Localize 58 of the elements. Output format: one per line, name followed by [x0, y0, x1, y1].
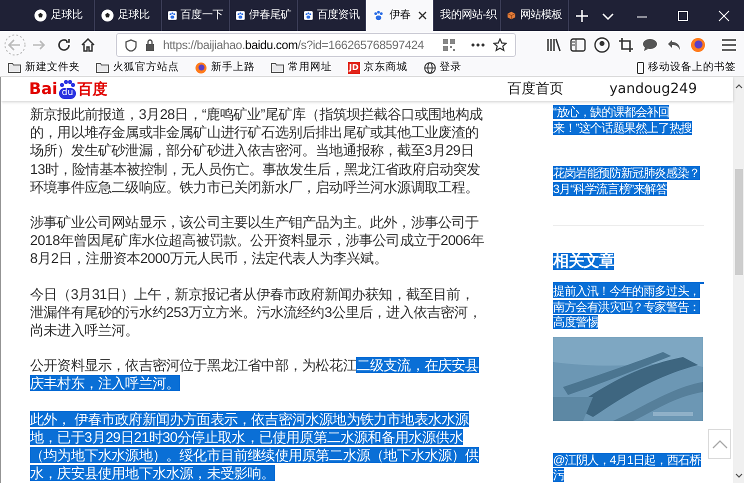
folder-icon: [8, 62, 21, 73]
account-icon[interactable]: [594, 37, 610, 53]
bookmark[interactable]: 火狐官方站点: [96, 60, 179, 76]
scrollbar[interactable]: [733, 77, 744, 483]
reload-icon[interactable]: [56, 37, 72, 53]
crop-icon[interactable]: [618, 37, 634, 53]
qr-code-icon[interactable]: [443, 39, 455, 51]
close-tab-icon[interactable]: [418, 11, 428, 20]
new-tab-icon[interactable]: [575, 8, 590, 22]
url-text: https://baijiahao.baidu.com/s?id=166265768597424: [163, 37, 425, 54]
more-icon[interactable]: [471, 43, 485, 47]
nav-link[interactable]: yandoug249: [609, 78, 697, 100]
bookmark[interactable]: 新手上路: [195, 60, 255, 76]
star-icon[interactable]: [493, 38, 507, 52]
bookmark[interactable]: 常用网址: [271, 60, 332, 76]
bookmark[interactable]: 移动设备上的书签: [637, 60, 736, 76]
chat-icon[interactable]: [642, 38, 658, 52]
firefox-icon: [195, 62, 207, 74]
tab[interactable]: 伊春: [366, 0, 434, 31]
scroll-up-icon[interactable]: [734, 83, 742, 89]
folder-icon: [271, 62, 284, 73]
soccer-ball-icon: [100, 9, 114, 22]
baidu-logo[interactable]: Bai du 百度: [29, 77, 108, 101]
caret-icon: [712, 440, 728, 448]
undo-icon[interactable]: [666, 38, 682, 52]
article-paragraph: 新京报此前报道，3月28日，“鹿鸣矿业”尾矿库（指筑坝拦截谷口或围地构成的，用以堆存金属或非金属矿山进行矿石选别后排出尾矿或其他工业废渣的场所）发生矿砂泄漏，部分矿砂进入依吉密河。当地通报称，截至3月29日13时，险情基本被控制，无人员伤亡。事故发生后，黑龙江省政府启动突发环境事件应急二级响应。铁力市已关闭新水厂，启动呼兰河水源调取工程。: [30, 105, 484, 196]
paw-icon: [168, 9, 177, 22]
paw-icon: [372, 9, 386, 22]
address-bar[interactable]: https://baijiahao.baidu.com/s?id=166265768597424: [116, 33, 516, 57]
cube-icon: [507, 9, 516, 22]
shield-icon: [125, 38, 137, 52]
soccer-ball-icon: [34, 9, 47, 22]
article-paragraph: 公开资料显示，依吉密河位于黑龙江省中部，为松花江二级支流，在庆安县庆丰村东，注入呼兰河。: [30, 356, 480, 393]
scroll-down-icon[interactable]: [734, 473, 742, 479]
firefox-icon[interactable]: [690, 37, 706, 53]
bookmark[interactable]: 新建文件夹: [8, 60, 80, 76]
sidebar-icon[interactable]: [570, 38, 586, 52]
folder-icon: [96, 62, 109, 73]
paw-icon: [304, 9, 313, 22]
menu-icon[interactable]: [722, 39, 736, 51]
close-icon[interactable]: [718, 10, 730, 22]
scrollbar-thumb[interactable]: [734, 169, 742, 275]
home-icon[interactable]: [80, 37, 96, 53]
phone-icon: [637, 62, 644, 74]
library-icon[interactable]: [546, 38, 562, 52]
article-paragraph: 涉事矿业公司网站显示，该公司主要以生产钼产品为主。此外，涉事公司于2018年曾因尾矿库水位超高被罚款。公开资料显示，涉事公司成立于2006年8月2日，注册资本2000万元人民币，法定代表人为李兴斌。: [30, 213, 485, 268]
paw-icon: [236, 9, 245, 22]
globe-icon: [424, 62, 436, 74]
article-paragraph: 今日（3月31日）上午，新京报记者从伊春市政府新闻办获知，截至目前，泄漏伴有尾砂的污水约253万立方米。污水流经约3公里后，进入依吉密河，尚未进入呼兰河。: [30, 284, 482, 340]
maximize-icon[interactable]: [676, 10, 689, 22]
article-link[interactable]: @江阴人，4月1日起，西石桥污: [553, 452, 704, 483]
nav-link[interactable]: 百度首页: [507, 78, 564, 100]
section-heading: 相关文章: [553, 253, 614, 270]
bookmark[interactable]: 登录: [424, 60, 462, 76]
bookmark[interactable]: JD 京东商城: [348, 60, 408, 76]
article-paragraph: 此外， 伊春市政府新闻办方面表示，依吉密河水源地为铁力市地表水水源地，已于3月29日21时30分停止取水，已使用原第二水源和备用水源供水（均为地下水水源地）。绥化市目前继续使用原第二水源（地下水水源）供水，庆安县使用地下水水源，未受影响。: [30, 410, 480, 482]
lock-icon: [145, 39, 155, 51]
jd-badge-icon: JD: [348, 62, 360, 74]
